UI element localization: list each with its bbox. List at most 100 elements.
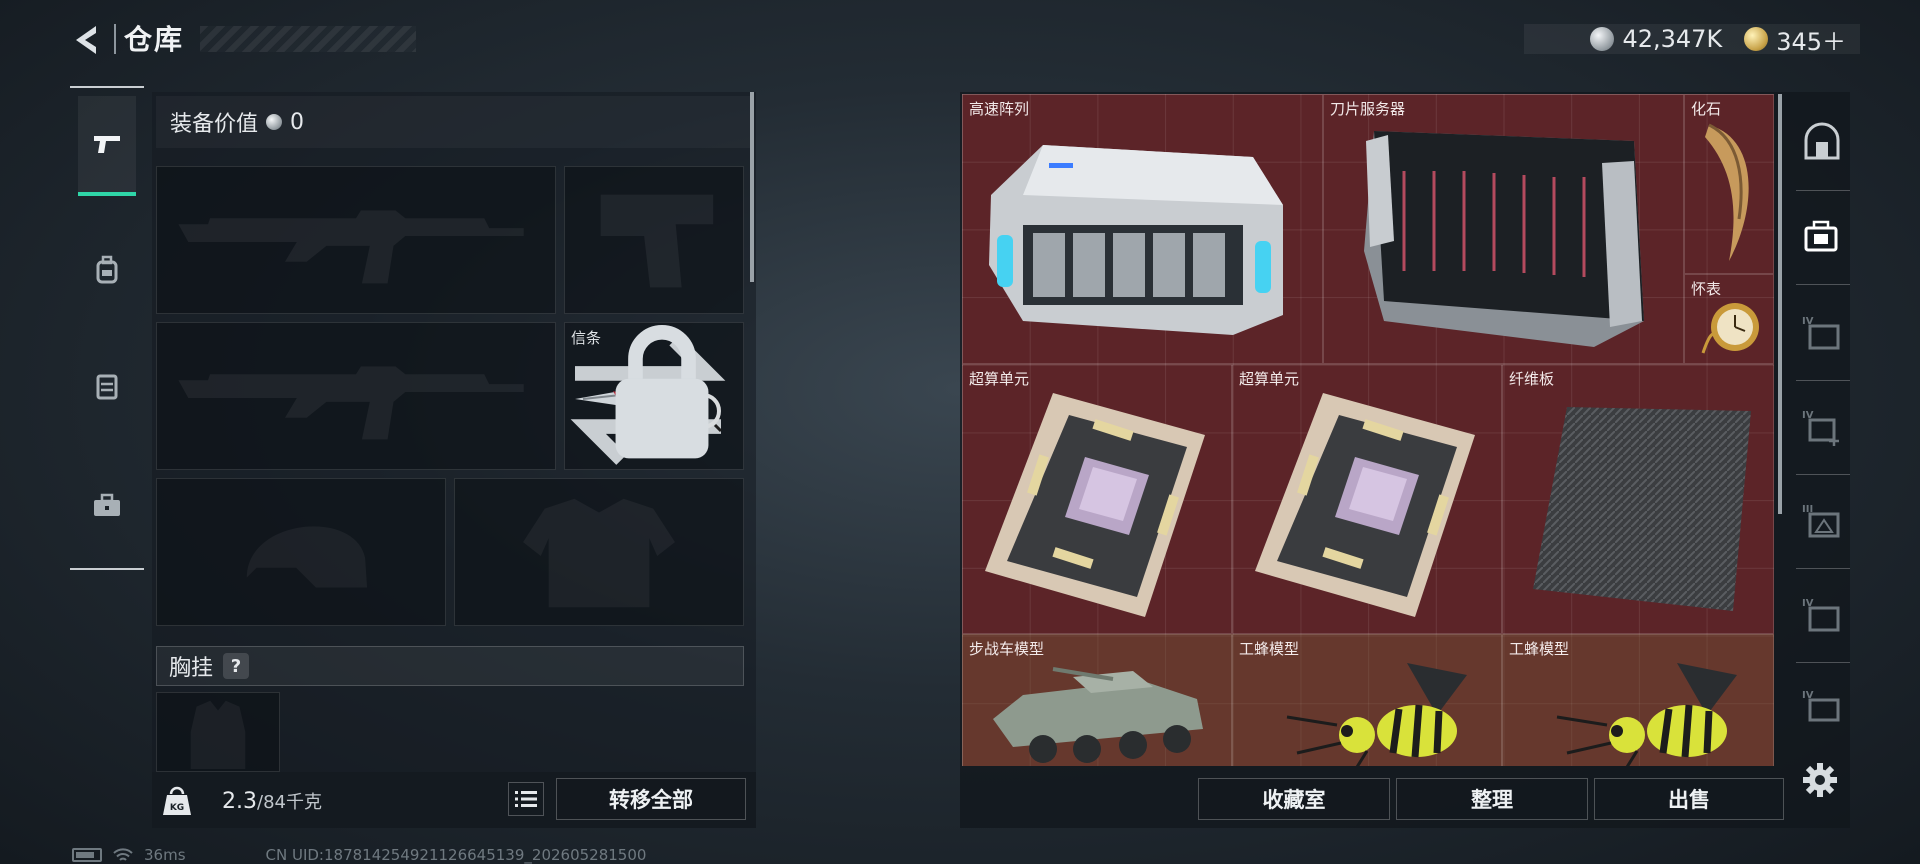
vault-tab[interactable] [1802,122,1842,162]
settings-icon [1803,763,1837,797]
item-label: 高速阵列 [969,100,1030,118]
sidearm-slot[interactable] [564,166,744,314]
vest-silhouette-icon [190,700,246,770]
gold-balance[interactable]: 345＋ [1776,22,1846,57]
chest-rig-icon [96,374,118,400]
body-armor-slot[interactable] [454,478,744,626]
tab-chest-rig[interactable] [78,336,136,436]
side-divider [1796,190,1850,191]
rifle-silhouette-icon [178,210,524,284]
item-supercompute-unit[interactable]: 超算单元 [962,364,1232,634]
list-view-button[interactable] [508,782,544,816]
item-label: 步战车模型 [969,640,1045,658]
item-ifv-model[interactable]: 步战车模型 [962,634,1232,766]
claw-fossil-icon [1705,123,1749,261]
chest-rig-label: 胸挂 [169,656,214,681]
side-divider [1796,568,1850,569]
bee-model-icon [1556,663,1737,766]
equipment-value-label: 装备价值 [170,112,259,137]
collection-room-button[interactable]: 收藏室 [1198,778,1390,820]
item-fossil[interactable]: 化石 [1684,94,1774,274]
side-divider [1796,662,1850,663]
sell-button[interactable]: 出售 [1594,778,1784,820]
helmet-silhouette-icon [246,526,368,588]
item-worker-bee-model[interactable]: 工蜂模型 [1502,634,1774,766]
ping: 36ms [144,846,186,864]
equipment-scrollbar[interactable] [750,92,754,282]
armored-vehicle-icon [993,667,1203,763]
tier-iv-pack-icon: IV [1802,690,1840,722]
vault-icon [1804,122,1840,160]
circuit-board-icon [1255,393,1475,617]
settings-button[interactable] [1800,760,1840,800]
item-label: 化石 [1691,100,1722,118]
case-tab[interactable] [1802,216,1842,256]
melee-slot[interactable]: 信条 [564,322,744,470]
secondary-weapon-slot[interactable] [156,322,556,470]
back-arrow-icon [76,26,96,54]
sort-button[interactable]: 整理 [1396,778,1588,820]
silver-balance: 42,347K [1622,25,1723,53]
weight-readout: 2.3/84千克 [222,788,322,814]
circuit-board-icon [985,393,1205,617]
toolbox-icon [94,493,120,516]
back-button[interactable] [66,18,110,62]
item-pocket-watch[interactable]: 怀表 [1684,274,1774,364]
transfer-all-button[interactable]: 转移全部 [556,778,746,820]
tier-iv-add-tab[interactable]: IV [1802,406,1842,446]
item-supercompute-unit[interactable]: 超算单元 [1232,364,1502,634]
rifle-silhouette-icon [178,366,524,440]
tier-iv-case-tab[interactable]: IV [1802,312,1842,352]
storage-scrollbar[interactable] [1778,94,1782,514]
storage-side-column: IV IV III IV IV [1792,94,1850,766]
weight-icon-text: KG [170,803,184,813]
tab-weapons[interactable] [78,96,136,196]
currency-bar: 42,347K 345＋ [1524,22,1860,57]
lock-icon [615,324,709,459]
tier-iii-icon: III [1802,504,1840,538]
tier-iv-pack-tab[interactable]: IV [1802,686,1842,726]
tier-iv-box-tab[interactable]: IV [1802,594,1842,634]
tab-column-bottom-line [70,568,144,570]
tier-iii-tab[interactable]: III [1802,500,1842,540]
bee-model-icon [1286,663,1467,766]
tier-iv-add-icon: IV [1802,410,1839,446]
item-worker-bee-model[interactable]: 工蜂模型 [1232,634,1502,766]
silver-coin-icon [1590,27,1615,51]
tab-backpack[interactable] [78,220,136,320]
silver-coin-icon [266,114,283,130]
weight-capacity: /84千克 [257,792,322,813]
item-high-speed-array[interactable]: 高速阵列 [962,94,1323,364]
equipment-value: 0 [290,109,305,135]
tab-column-top-line [70,86,144,88]
current-weight: 2.3 [222,789,257,814]
tab-toolbox[interactable] [78,456,136,556]
gold-coin-icon [1744,27,1769,51]
page-title: 仓库 [124,23,185,56]
chest-rig-slot[interactable] [156,692,280,772]
player-uid: CN UID:18781425492112664513​9_2026052815… [265,846,647,864]
storage-grid: 高速阵列 刀片服务器 化石 怀表 超算单元 超算单元 纤维板 步战车模型 工蜂模… [962,94,1774,766]
case-icon [1804,220,1838,252]
primary-weapon-slot[interactable] [156,166,556,314]
armor-silhouette-icon [523,498,675,608]
status-line: 36ms CN UID:18781425492112664513​9_20260… [72,846,646,864]
item-blade-server[interactable]: 刀片服务器 [1323,94,1684,364]
title-decoration [200,26,416,52]
chest-rig-section: 胸挂 ? [156,646,744,686]
side-divider [1796,380,1850,381]
equipment-value-header: 装备价值 0 [156,96,750,148]
side-divider [1796,474,1850,475]
list-icon [515,791,537,807]
pistol-icon [94,136,120,153]
wifi-icon [113,848,133,861]
carbon-board-icon [1533,407,1751,611]
battery-icon [72,848,102,862]
help-button[interactable]: ? [223,653,250,679]
tier-iv-box-icon: IV [1802,598,1840,632]
backpack-icon [96,255,118,284]
item-fiber-board[interactable]: 纤维板 [1502,364,1774,634]
helmet-slot[interactable] [156,478,446,626]
tier-iv-case-icon: IV [1802,316,1840,350]
pocket-watch-icon [1701,303,1759,354]
